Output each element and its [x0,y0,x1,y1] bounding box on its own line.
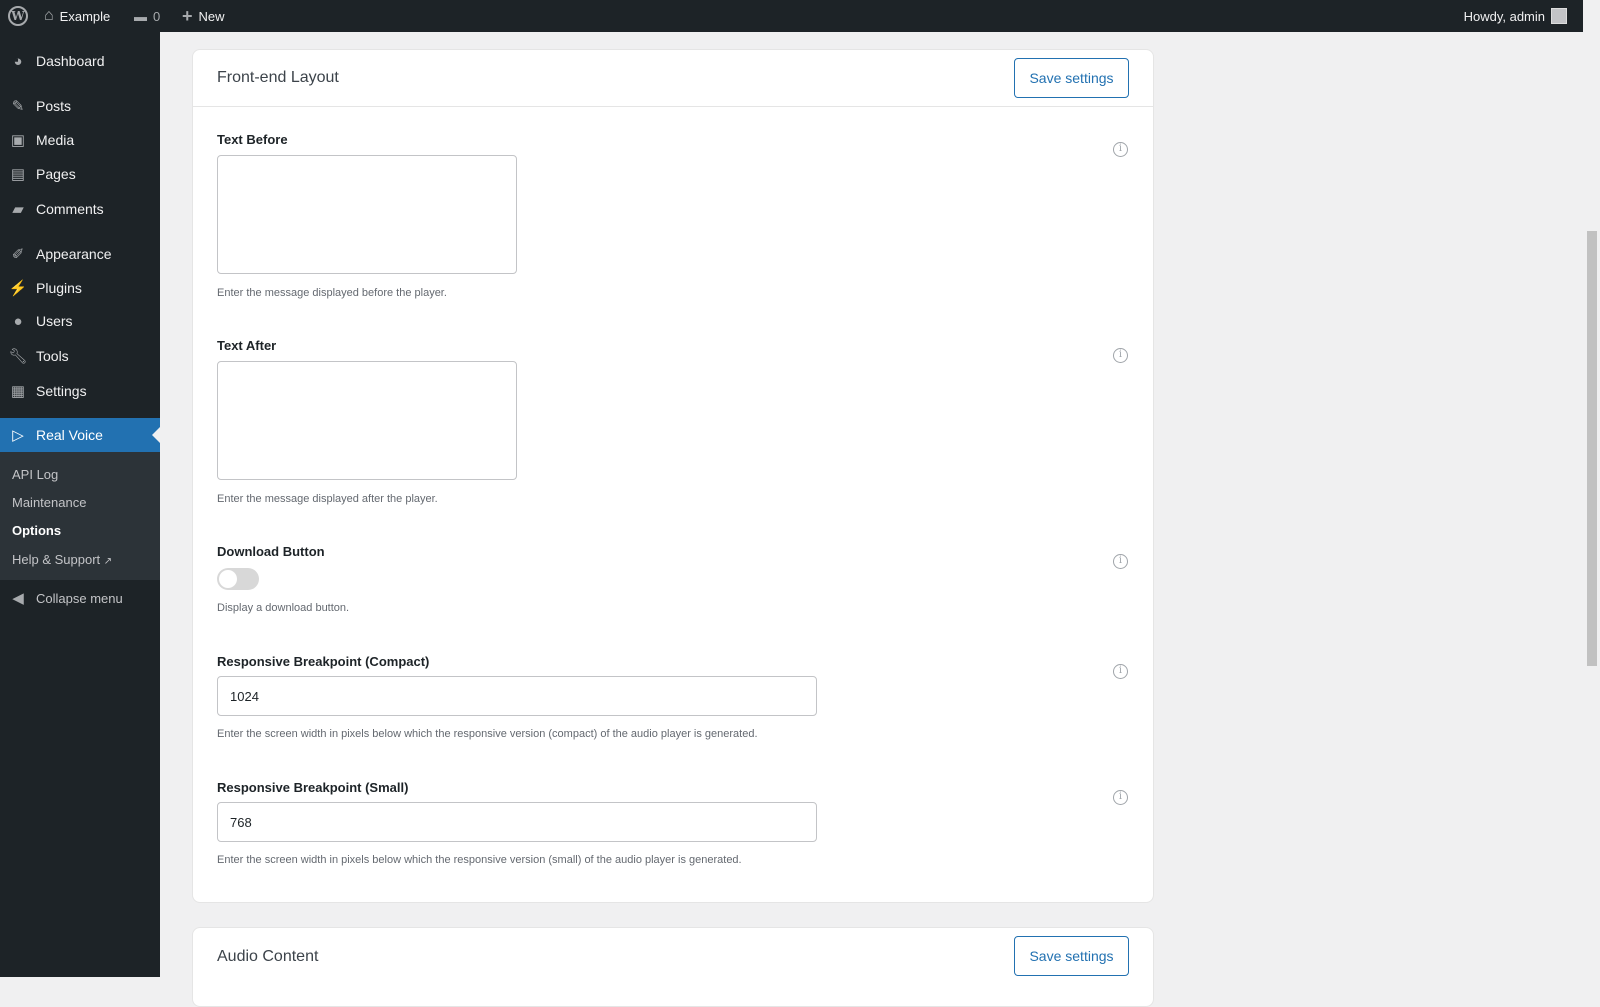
download-button-label: Download Button [217,544,325,559]
info-icon[interactable]: i [1113,664,1128,679]
menu-label: Real Voice [36,427,103,443]
media-icon: ▣ [10,132,26,149]
users-icon: ● [13,312,23,330]
save-settings-button[interactable]: Save settings [1014,936,1129,976]
submenu-api-log[interactable]: API Log [12,467,58,482]
menu-plugins[interactable]: ⚡ Plugins [0,271,160,305]
front-end-layout-card: Front-end Layout Save settings Text Befo… [192,49,1154,903]
wordpress-logo-icon[interactable]: W [8,0,28,32]
small-breakpoint-input[interactable] [217,802,817,842]
submenu-maintenance[interactable]: Maintenance [12,495,86,510]
comment-icon: ▰ [12,201,24,218]
save-settings-button[interactable]: Save settings [1014,58,1129,98]
collapse-icon: ◀ [12,590,24,607]
compact-breakpoint-input[interactable] [217,676,817,716]
compact-breakpoint-help: Enter the screen width in pixels below w… [217,728,758,740]
card-title: Front-end Layout [217,69,339,86]
info-icon[interactable]: i [1113,554,1128,569]
pages-icon: ▤ [10,166,26,183]
menu-appearance[interactable]: ✐ Appearance [0,237,160,271]
menu-real-voice[interactable]: ▷ Real Voice [0,418,160,452]
plugin-icon: ⚡ [8,280,28,297]
site-name: Example [59,8,111,24]
download-button-toggle[interactable] [217,568,259,590]
menu-users[interactable]: ● Users [0,304,160,338]
comment-count: 0 [153,8,161,24]
wrench-icon: 🔧︎ [8,348,28,365]
text-before-label: Text Before [217,132,288,147]
small-breakpoint-label: Responsive Breakpoint (Small) [217,780,409,795]
menu-label: Tools [36,348,69,364]
menu-settings[interactable]: ▦ Settings [0,374,160,408]
brush-icon: ✐ [11,246,25,263]
info-icon[interactable]: i [1113,790,1128,805]
external-link-icon: ↗ [103,556,113,567]
comment-icon: ▬ [134,8,147,24]
menu-label: Comments [36,201,104,217]
plus-icon: + [182,5,193,26]
menu-dashboard[interactable]: ◕ Dashboard [0,44,160,78]
menu-label: Dashboard [36,53,105,69]
submenu-help-support[interactable]: Help & Support ↗ [12,552,112,567]
howdy-label: Howdy, admin [1463,8,1545,24]
menu-tools[interactable]: 🔧︎ Tools [0,339,160,373]
account-menu[interactable]: Howdy, admin [1464,0,1567,32]
info-icon[interactable]: i [1113,142,1128,157]
settings-icon: ▦ [10,383,26,400]
scrollbar-thumb[interactable] [1587,231,1597,666]
new-link[interactable]: + New [182,0,225,32]
download-button-help: Display a download button. [217,602,350,614]
text-after-textarea[interactable] [217,361,517,480]
submenu-label: Help & Support [12,552,101,567]
compact-breakpoint-label: Responsive Breakpoint (Compact) [217,654,430,669]
menu-label: Appearance [36,246,112,262]
small-breakpoint-help: Enter the screen width in pixels below w… [217,854,742,866]
new-label: New [198,8,225,24]
collapse-label: Collapse menu [36,590,123,606]
text-before-help: Enter the message displayed before the p… [217,287,447,299]
comments-link[interactable]: ▬ 0 [134,0,160,32]
text-after-label: Text After [217,338,277,353]
submenu-options[interactable]: Options [12,523,61,538]
divider [193,106,1153,107]
audio-content-card: Audio Content Save settings [192,927,1154,1007]
info-icon[interactable]: i [1113,348,1128,363]
admin-bar: W ⌂ Example ▬ 0 + New Howdy, admin [0,0,1583,32]
dashboard-icon: ◕ [13,52,23,70]
menu-media[interactable]: ▣ Media [0,123,160,157]
page-scrollbar[interactable] [1583,0,1600,977]
menu-label: Settings [36,383,87,399]
menu-pages[interactable]: ▤ Pages [0,157,160,191]
text-after-help: Enter the message displayed after the pl… [217,493,438,505]
site-link[interactable]: ⌂ Example [44,0,110,32]
collapse-menu[interactable]: ◀ Collapse menu [0,581,160,615]
menu-label: Plugins [36,280,82,296]
avatar [1551,8,1567,24]
text-before-textarea[interactable] [217,155,517,274]
pin-icon: ✎ [11,98,25,115]
home-icon: ⌂ [44,7,54,24]
card-title: Audio Content [217,948,319,965]
menu-posts[interactable]: ✎ Posts [0,89,160,123]
menu-label: Users [36,313,73,329]
menu-label: Media [36,132,75,148]
real-voice-submenu: API Log Maintenance Options Help & Suppo… [0,452,160,580]
menu-label: Posts [36,98,72,114]
menu-comments[interactable]: ▰ Comments [0,192,160,226]
menu-label: Pages [36,166,76,182]
play-circle-icon: ▷ [12,427,24,444]
